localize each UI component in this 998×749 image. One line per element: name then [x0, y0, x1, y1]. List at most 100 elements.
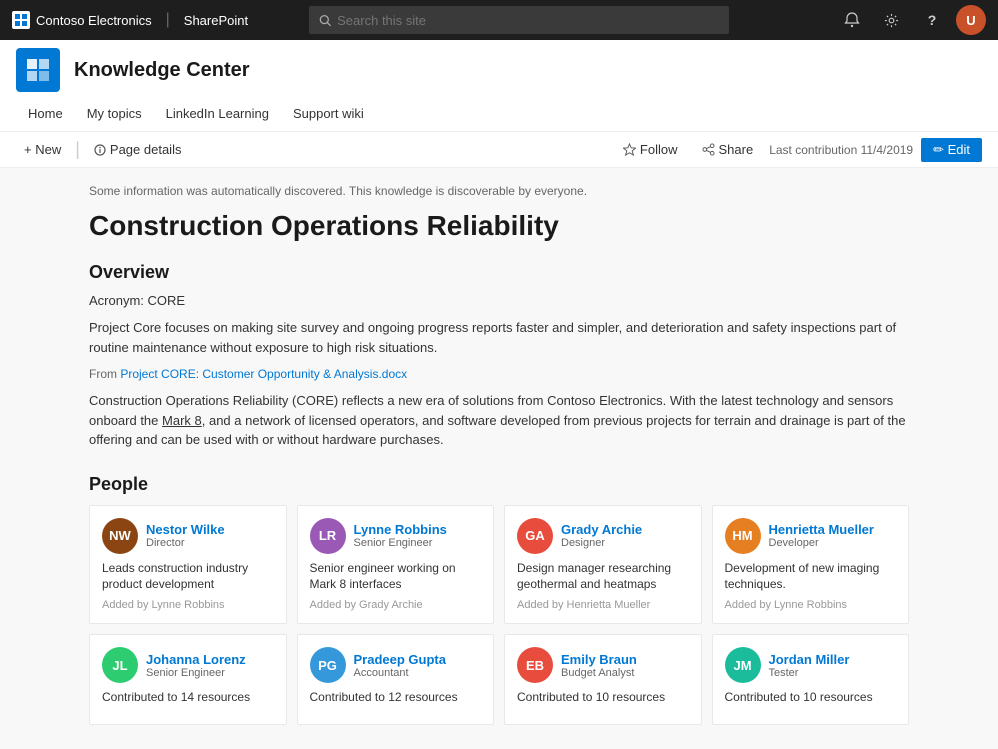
person-added-by: Added by Lynne Robbins — [102, 599, 274, 611]
person-added-by: Added by Henrietta Mueller — [517, 599, 689, 611]
person-card: EB Emily Braun Budget Analyst Contribute… — [504, 634, 702, 725]
overview-heading: Overview — [89, 262, 909, 283]
person-avatar: HM — [725, 518, 761, 554]
help-icon[interactable]: ? — [916, 4, 948, 36]
nav-home[interactable]: Home — [16, 98, 75, 131]
top-nav-icons: ? U — [836, 4, 986, 36]
app-logo-icon — [12, 11, 30, 29]
extended-description: Construction Operations Reliability (COR… — [89, 391, 909, 450]
person-card: JL Johanna Lorenz Senior Engineer Contri… — [89, 634, 287, 725]
person-card-top: LR Lynne Robbins Senior Engineer — [310, 518, 482, 554]
source-link: From Project CORE: Customer Opportunity … — [89, 367, 909, 381]
person-role: Director — [146, 537, 225, 549]
toolbar-separator: | — [75, 139, 80, 160]
site-navigation: Home My topics LinkedIn Learning Support… — [16, 98, 982, 131]
person-card: LR Lynne Robbins Senior Engineer Senior … — [297, 505, 495, 625]
person-avatar: LR — [310, 518, 346, 554]
user-avatar[interactable]: U — [956, 5, 986, 35]
overview-section: Overview Acronym: CORE Project Core focu… — [89, 262, 909, 450]
page-details-label: Page details — [110, 142, 182, 157]
page-details-icon — [94, 144, 106, 156]
person-added-by: Added by Grady Archie — [310, 599, 482, 611]
person-avatar: JL — [102, 647, 138, 683]
follow-label: Follow — [640, 142, 678, 157]
person-name[interactable]: Henrietta Mueller — [769, 522, 874, 537]
follow-button[interactable]: Follow — [615, 138, 686, 161]
nav-support-wiki[interactable]: Support wiki — [281, 98, 376, 131]
person-card-top: JL Johanna Lorenz Senior Engineer — [102, 647, 274, 683]
person-card: PG Pradeep Gupta Accountant Contributed … — [297, 634, 495, 725]
person-name[interactable]: Pradeep Gupta — [354, 652, 446, 667]
search-bar[interactable] — [309, 6, 729, 34]
nav-separator: | — [166, 11, 170, 29]
person-name[interactable]: Jordan Miller — [769, 652, 850, 667]
app-logo-group[interactable]: Contoso Electronics — [12, 11, 152, 29]
person-desc: Contributed to 12 resources — [310, 689, 482, 706]
person-avatar: NW — [102, 518, 138, 554]
person-desc: Development of new imaging techniques. — [725, 560, 897, 594]
person-card-top: JM Jordan Miller Tester — [725, 647, 897, 683]
person-card-top: HM Henrietta Mueller Developer — [725, 518, 897, 554]
search-input[interactable] — [337, 13, 719, 28]
people-section: People NW Nestor Wilke Director Leads co… — [89, 474, 909, 725]
edit-button[interactable]: ✏ Edit — [921, 138, 982, 162]
person-name[interactable]: Emily Braun — [561, 652, 637, 667]
person-role: Tester — [769, 667, 850, 679]
sharepoint-label: SharePoint — [184, 13, 248, 28]
person-avatar: JM — [725, 647, 761, 683]
site-title: Knowledge Center — [74, 59, 250, 82]
person-card: HM Henrietta Mueller Developer Developme… — [712, 505, 910, 625]
new-button[interactable]: + New — [16, 138, 69, 161]
person-info: Grady Archie Designer — [561, 522, 642, 549]
people-heading: People — [89, 474, 909, 495]
person-card-top: PG Pradeep Gupta Accountant — [310, 647, 482, 683]
person-info: Pradeep Gupta Accountant — [354, 652, 446, 679]
toolbar-left: + New | Page details — [16, 138, 189, 161]
nav-linkedin-learning[interactable]: LinkedIn Learning — [154, 98, 281, 131]
main-content: Some information was automatically disco… — [0, 168, 998, 749]
person-info: Nestor Wilke Director — [146, 522, 225, 549]
nav-my-topics[interactable]: My topics — [75, 98, 154, 131]
app-name: Contoso Electronics — [36, 13, 152, 28]
mark8-text: Mark 8 — [162, 413, 202, 428]
page-details-button[interactable]: Page details — [86, 138, 190, 161]
person-info: Jordan Miller Tester — [769, 652, 850, 679]
share-icon — [702, 143, 715, 156]
person-name[interactable]: Grady Archie — [561, 522, 642, 537]
person-added-by: Added by Lynne Robbins — [725, 599, 897, 611]
person-info: Emily Braun Budget Analyst — [561, 652, 637, 679]
person-role: Accountant — [354, 667, 446, 679]
source-prefix: From — [89, 367, 120, 381]
person-avatar: GA — [517, 518, 553, 554]
source-link-anchor[interactable]: Project CORE: Customer Opportunity & Ana… — [120, 367, 407, 381]
person-avatar: PG — [310, 647, 346, 683]
site-header: Knowledge Center Home My topics LinkedIn… — [0, 40, 998, 132]
person-name[interactable]: Johanna Lorenz — [146, 652, 246, 667]
overview-description: Project Core focuses on making site surv… — [89, 318, 909, 357]
person-card-top: GA Grady Archie Designer — [517, 518, 689, 554]
person-desc: Contributed to 10 resources — [725, 689, 897, 706]
person-name[interactable]: Lynne Robbins — [354, 522, 447, 537]
person-desc: Design manager researching geothermal an… — [517, 560, 689, 594]
last-contribution: Last contribution 11/4/2019 — [769, 143, 913, 157]
person-avatar: EB — [517, 647, 553, 683]
share-button[interactable]: Share — [694, 138, 762, 161]
settings-icon[interactable] — [876, 4, 908, 36]
search-icon — [319, 14, 331, 27]
person-card: JM Jordan Miller Tester Contributed to 1… — [712, 634, 910, 725]
person-info: Lynne Robbins Senior Engineer — [354, 522, 447, 549]
person-card-top: NW Nestor Wilke Director — [102, 518, 274, 554]
toolbar-right: Follow Share Last contribution 11/4/2019… — [615, 138, 982, 162]
person-name[interactable]: Nestor Wilke — [146, 522, 225, 537]
acronym-line: Acronym: CORE — [89, 293, 909, 308]
info-banner: Some information was automatically disco… — [89, 184, 909, 198]
site-title-group: Knowledge Center — [74, 59, 250, 82]
person-desc: Contributed to 10 resources — [517, 689, 689, 706]
people-grid: NW Nestor Wilke Director Leads construct… — [89, 505, 909, 725]
share-label: Share — [719, 142, 754, 157]
site-header-top: Knowledge Center — [16, 48, 982, 98]
person-role: Budget Analyst — [561, 667, 637, 679]
notifications-icon[interactable] — [836, 4, 868, 36]
person-desc: Contributed to 14 resources — [102, 689, 274, 706]
site-logo — [16, 48, 60, 92]
